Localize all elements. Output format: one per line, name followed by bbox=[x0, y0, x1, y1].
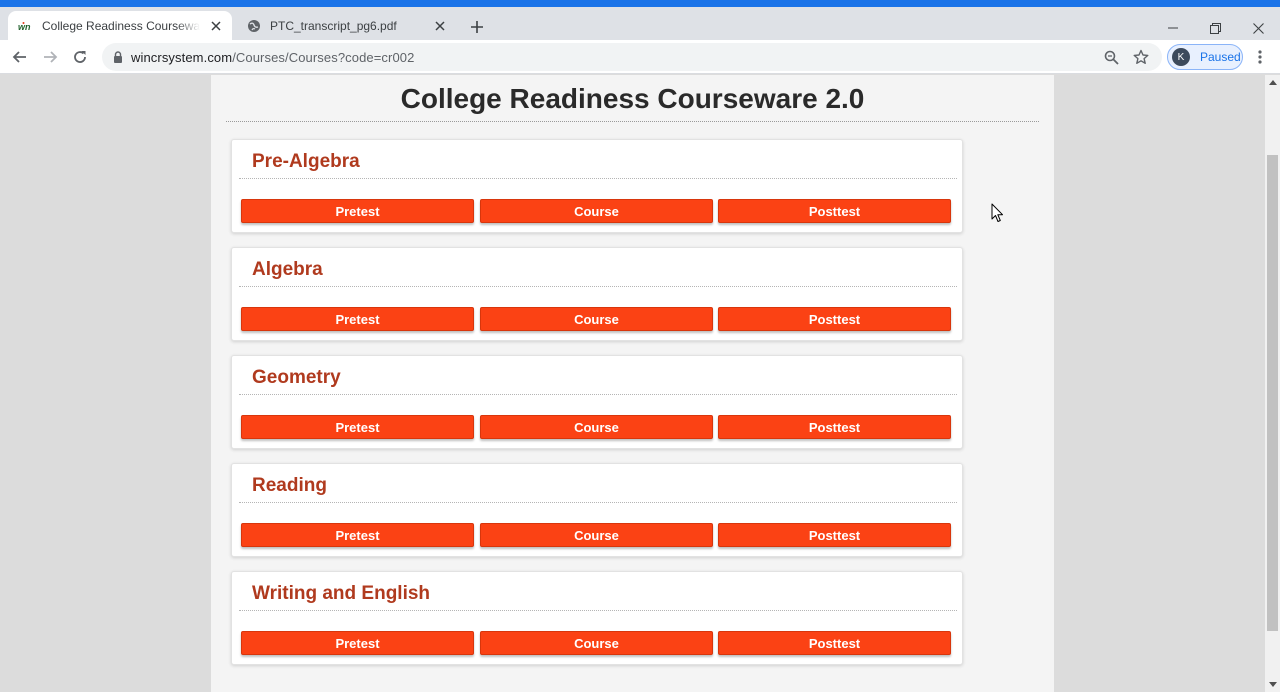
panel-divider bbox=[239, 610, 957, 611]
course-panel-writing-and-english: Writing and English Pretest Course Postt… bbox=[231, 571, 963, 665]
close-tab-icon[interactable] bbox=[208, 18, 224, 34]
tab-ptc-transcript[interactable]: PTC_transcript_pg6.pdf bbox=[236, 11, 456, 40]
close-tab-icon[interactable] bbox=[432, 18, 448, 34]
close-window-icon[interactable] bbox=[1237, 14, 1279, 42]
vertical-scrollbar[interactable] bbox=[1265, 75, 1280, 692]
more-menu-icon[interactable] bbox=[1250, 47, 1270, 67]
course-title: Pre-Algebra bbox=[252, 151, 360, 172]
posttest-button[interactable]: Posttest bbox=[718, 199, 951, 223]
title-divider bbox=[226, 121, 1039, 122]
course-title: Algebra bbox=[252, 259, 323, 280]
lock-icon bbox=[113, 51, 123, 63]
address-bar[interactable]: wincrsystem.com/Courses/Courses?code=cr0… bbox=[102, 43, 1162, 71]
profile-status: Paused bbox=[1200, 50, 1241, 64]
course-panel-pre-algebra: Pre-Algebra Pretest Course Posttest bbox=[231, 139, 963, 233]
tab-strip: wn College Readiness Courseware 2.0 PTC_… bbox=[0, 7, 1280, 40]
posttest-button[interactable]: Posttest bbox=[718, 415, 951, 439]
zoom-icon[interactable] bbox=[1102, 48, 1120, 66]
course-title: Reading bbox=[252, 475, 327, 496]
course-panel-geometry: Geometry Pretest Course Posttest bbox=[231, 355, 963, 449]
back-arrow-icon[interactable] bbox=[8, 45, 32, 69]
forward-arrow-icon[interactable] bbox=[38, 45, 62, 69]
scrollbar-thumb[interactable] bbox=[1267, 155, 1278, 631]
globe-icon bbox=[246, 18, 262, 34]
tab-college-readiness[interactable]: wn College Readiness Courseware 2.0 bbox=[8, 11, 232, 40]
pretest-button[interactable]: Pretest bbox=[241, 415, 474, 439]
course-button[interactable]: Course bbox=[480, 631, 713, 655]
window-top-band bbox=[0, 0, 1280, 7]
panel-divider bbox=[239, 178, 957, 179]
new-tab-icon[interactable] bbox=[466, 16, 488, 38]
course-title: Geometry bbox=[252, 367, 341, 388]
course-title: Writing and English bbox=[252, 583, 431, 604]
avatar: K bbox=[1172, 48, 1190, 66]
url-text: wincrsystem.com/Courses/Courses?code=cr0… bbox=[131, 50, 414, 65]
course-button[interactable]: Course bbox=[480, 523, 713, 547]
bookmark-star-icon[interactable] bbox=[1132, 48, 1150, 66]
url-path: /Courses/Courses?code=cr002 bbox=[232, 49, 415, 65]
profile-button[interactable]: K Paused bbox=[1167, 44, 1243, 70]
panel-divider bbox=[239, 502, 957, 503]
win-logo-icon: wn bbox=[18, 18, 34, 34]
panel-divider bbox=[239, 286, 957, 287]
pretest-button[interactable]: Pretest bbox=[241, 523, 474, 547]
mouse-pointer-icon bbox=[991, 203, 1005, 223]
posttest-button[interactable]: Posttest bbox=[718, 307, 951, 331]
course-button[interactable]: Course bbox=[480, 307, 713, 331]
panel-divider bbox=[239, 394, 957, 395]
tab-title: PTC_transcript_pg6.pdf bbox=[270, 18, 397, 33]
svg-text:wn: wn bbox=[18, 22, 31, 32]
pretest-button[interactable]: Pretest bbox=[241, 631, 474, 655]
page-viewport: College Readiness Courseware 2.0 Pre-Alg… bbox=[0, 75, 1265, 692]
pretest-button[interactable]: Pretest bbox=[241, 307, 474, 331]
minimize-icon[interactable] bbox=[1152, 14, 1194, 42]
url-host: wincrsystem.com bbox=[131, 49, 233, 65]
posttest-button[interactable]: Posttest bbox=[718, 631, 951, 655]
tab-title: College Readiness Courseware 2.0 bbox=[42, 18, 200, 33]
page-title: College Readiness Courseware 2.0 bbox=[400, 83, 865, 114]
course-panel-reading: Reading Pretest Course Posttest bbox=[231, 463, 963, 557]
posttest-button[interactable]: Posttest bbox=[718, 523, 951, 547]
course-button[interactable]: Course bbox=[480, 415, 713, 439]
restore-icon[interactable] bbox=[1194, 14, 1236, 42]
pretest-button[interactable]: Pretest bbox=[241, 199, 474, 223]
course-panel-algebra: Algebra Pretest Course Posttest bbox=[231, 247, 963, 341]
reload-icon[interactable] bbox=[68, 45, 92, 69]
courses-page: College Readiness Courseware 2.0 Pre-Alg… bbox=[211, 75, 1054, 692]
scroll-down-arrow-icon[interactable] bbox=[1265, 677, 1280, 692]
course-button[interactable]: Course bbox=[480, 199, 713, 223]
scroll-up-arrow-icon[interactable] bbox=[1265, 75, 1280, 90]
browser-toolbar: wincrsystem.com/Courses/Courses?code=cr0… bbox=[0, 40, 1280, 74]
